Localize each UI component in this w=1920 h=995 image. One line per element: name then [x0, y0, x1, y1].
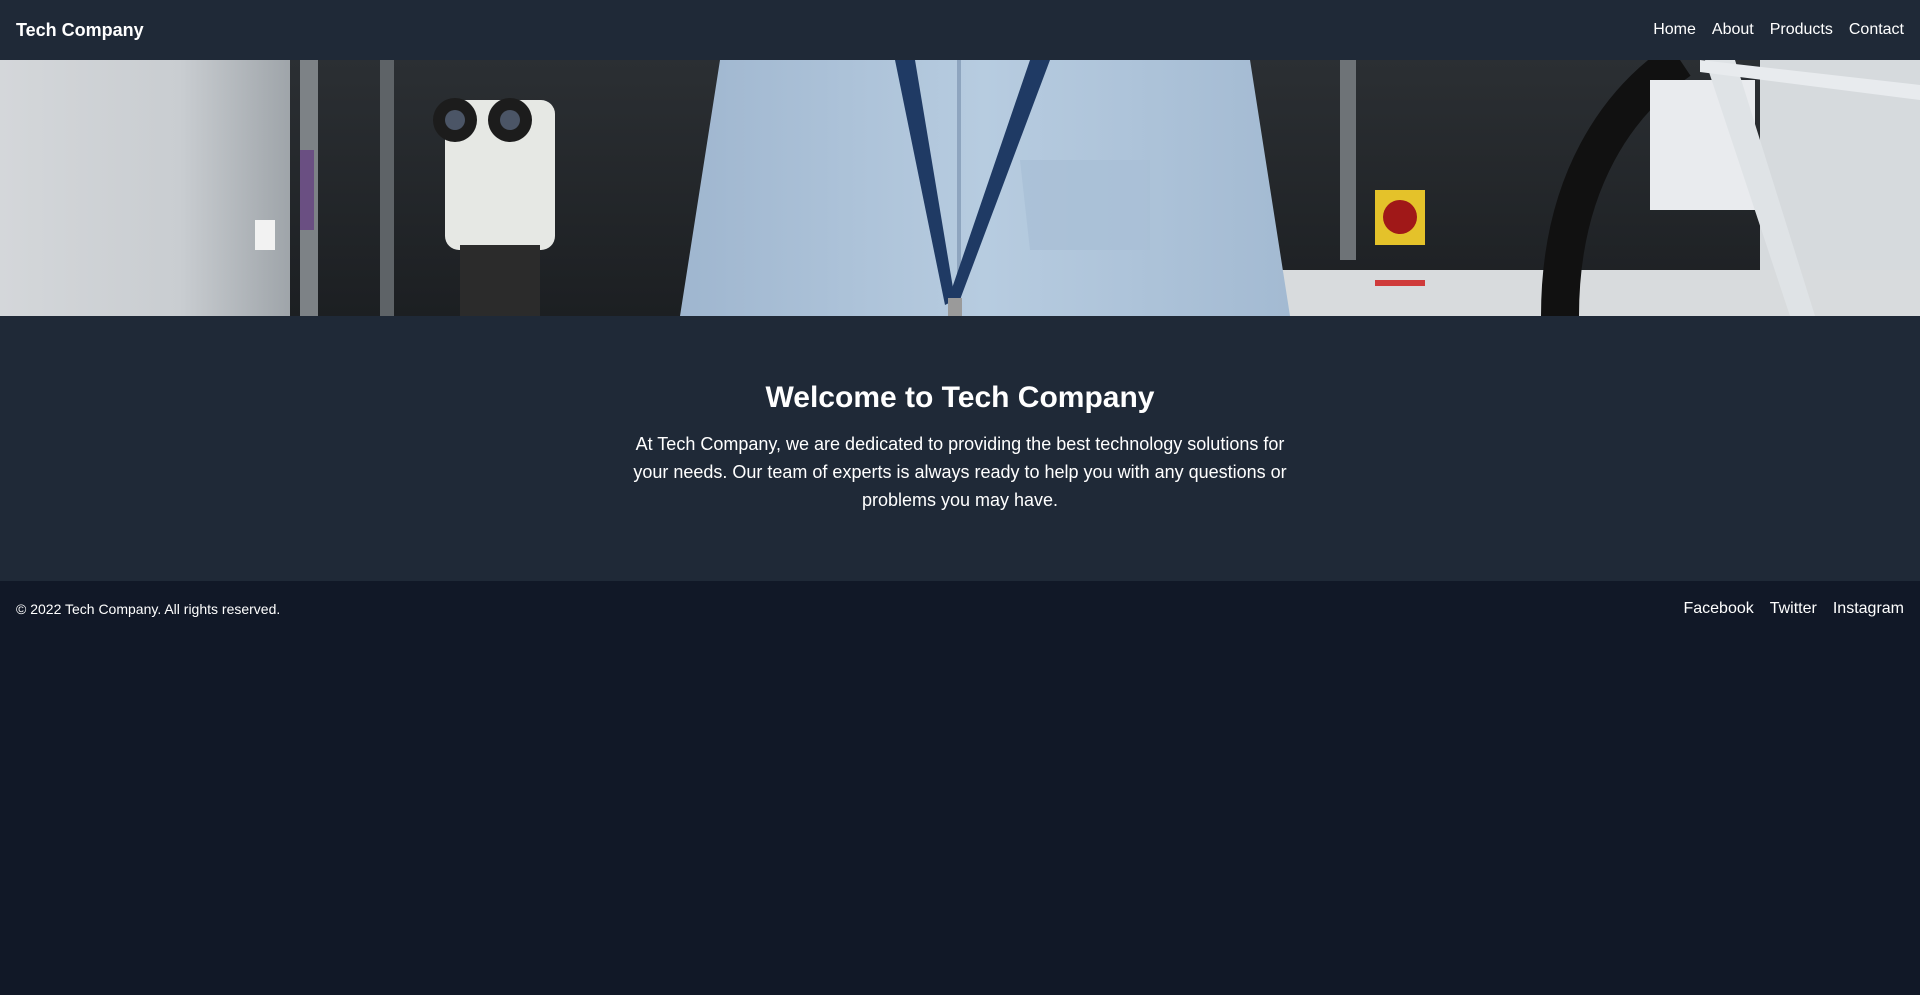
main-nav: Home About Products Contact — [1637, 21, 1904, 39]
brand-logo-link[interactable]: Tech Company — [16, 20, 144, 41]
nav-link-products[interactable]: Products — [1770, 21, 1833, 39]
site-footer: © 2022 Tech Company. All rights reserved… — [0, 581, 1920, 637]
copyright-text: © 2022 Tech Company. All rights reserved… — [16, 601, 281, 617]
nav-link-contact[interactable]: Contact — [1849, 21, 1904, 39]
nav-link-home[interactable]: Home — [1653, 21, 1696, 39]
hero-image — [0, 60, 1920, 316]
social-link-twitter[interactable]: Twitter — [1770, 600, 1817, 618]
site-header: Tech Company Home About Products Contact — [0, 0, 1920, 60]
welcome-description: At Tech Company, we are dedicated to pro… — [633, 434, 1287, 510]
welcome-section: Welcome to Tech Company At Tech Company,… — [0, 316, 1920, 581]
lab-technician-photo — [0, 60, 1920, 316]
social-links: Facebook Twitter Instagram — [1667, 600, 1904, 618]
nav-link-about[interactable]: About — [1712, 21, 1754, 39]
welcome-title: Welcome to Tech Company — [765, 381, 1155, 414]
social-link-facebook[interactable]: Facebook — [1683, 600, 1753, 618]
social-link-instagram[interactable]: Instagram — [1833, 600, 1904, 618]
